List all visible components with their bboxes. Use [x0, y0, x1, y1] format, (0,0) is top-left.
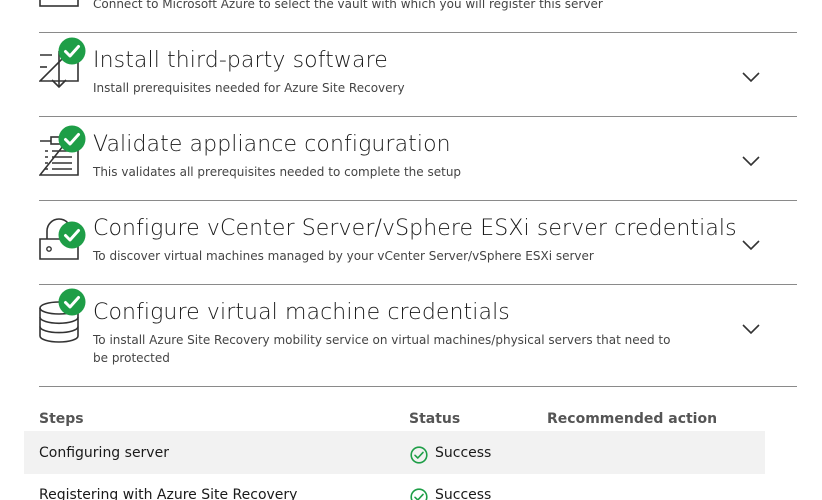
chevron-down-icon[interactable]	[742, 155, 760, 167]
success-check-icon	[58, 221, 86, 249]
success-check-icon	[58, 37, 86, 65]
table-row: Configuring server Success	[24, 431, 765, 474]
success-circle-check-icon	[410, 488, 428, 500]
step-description: To install Azure Site Recovery mobility …	[93, 333, 671, 365]
step-vcenter[interactable]: Configure vCenter Server/vSphere ESXi se…	[39, 201, 797, 285]
step-validate[interactable]: Validate appliance configuration This va…	[39, 117, 797, 201]
header-action: Recommended action	[547, 411, 718, 427]
step-description: Connect to Microsoft Azure to select the…	[93, 0, 603, 11]
step-description: To discover virtual machines managed by …	[93, 249, 594, 263]
setup-page: Connect to Microsoft Azure to select the…	[0, 0, 822, 500]
step-description: Install prerequisites needed for Azure S…	[93, 81, 405, 95]
row-step: Registering with Azure Site Recovery	[39, 487, 298, 500]
row-status: Success	[435, 445, 492, 461]
row-status: Success	[435, 487, 492, 500]
chevron-down-icon[interactable]	[742, 239, 760, 251]
success-check-icon	[58, 125, 86, 153]
header-status: Status	[409, 411, 461, 427]
chevron-down-icon[interactable]	[742, 323, 760, 335]
step-title: Configure virtual machine credentials	[93, 300, 510, 325]
step-third-party[interactable]: Install third-party software Install pre…	[39, 33, 797, 117]
steps-table-header: Steps Status Recommended action	[39, 411, 779, 429]
step-connect-azure: Connect to Microsoft Azure to select the…	[39, 0, 797, 33]
step-description: This validates all prerequisites needed …	[93, 165, 462, 179]
step-title: Configure vCenter Server/vSphere ESXi se…	[93, 216, 737, 241]
step-vm-credentials[interactable]: Configure virtual machine credentials To…	[39, 285, 797, 387]
chevron-down-icon[interactable]	[742, 71, 760, 83]
row-step: Configuring server	[39, 445, 169, 461]
table-row: Registering with Azure Site Recovery Suc…	[24, 474, 765, 500]
header-steps: Steps	[39, 411, 84, 427]
step-title: Install third-party software	[93, 48, 388, 73]
step-title: Validate appliance configuration	[93, 132, 451, 157]
success-circle-check-icon	[410, 446, 428, 464]
success-check-icon	[58, 288, 86, 316]
